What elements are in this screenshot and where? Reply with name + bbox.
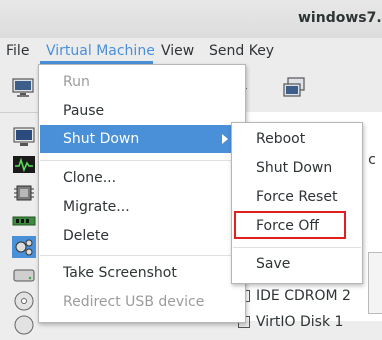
device-row[interactable]: IDE CDROM 2 [238,288,351,304]
cdrom-icon-2[interactable] [12,314,36,336]
chevron-right-icon [222,134,228,144]
disk-icon[interactable] [12,264,36,286]
title-bar: windows7.q [0,0,382,38]
device-row-label: VirtIO Disk 1 [256,314,344,330]
submenu-item-shut-down[interactable]: Shut Down [256,160,332,176]
menu-separator [40,160,244,161]
menu-item-shut-down[interactable]: Shut Down [40,125,244,153]
menu-item-redirect-usb[interactable]: Redirect USB device [63,294,204,310]
menu-separator [233,247,361,248]
memory-icon[interactable] [12,210,36,232]
device-row[interactable]: VirtIO Disk 1 [238,314,343,330]
window-title: windows7.q [298,10,382,26]
boot-options-icon[interactable] [12,236,36,258]
overview-icon[interactable] [12,126,36,148]
submenu-item-force-reset[interactable]: Force Reset [256,189,337,205]
menu-item-clone[interactable]: Clone... [63,170,116,186]
cdrom-icon[interactable] [12,290,36,312]
performance-icon[interactable] [12,154,36,176]
menu-view[interactable]: View [161,43,194,59]
virtual-machine-menu: Run Pause Shut Down Clone... Migrate... … [38,64,246,323]
console-windows-icon[interactable] [282,77,306,103]
menu-item-migrate[interactable]: Migrate... [63,199,130,215]
menu-file[interactable]: File [6,43,29,59]
menu-item-delete[interactable]: Delete [63,228,109,244]
menu-item-pause[interactable]: Pause [63,103,104,119]
menu-separator [40,255,244,256]
scrollbar[interactable] [368,252,382,314]
cpu-icon[interactable] [12,182,36,204]
submenu-item-save[interactable]: Save [256,256,290,272]
menu-item-run[interactable]: Run [63,74,90,90]
submenu-item-reboot[interactable]: Reboot [256,131,305,147]
menu-send-key[interactable]: Send Key [209,43,274,59]
force-off-highlight-box [234,211,346,239]
monitor-icon[interactable] [12,78,34,102]
device-row-label: IDE CDROM 2 [256,288,351,304]
menu-item-shut-down-label: Shut Down [63,131,140,147]
shut-down-submenu: Reboot Shut Down Force Reset Force Off S… [231,122,363,284]
device-list [8,120,40,335]
menu-virtual-machine[interactable]: Virtual Machine [46,43,155,59]
menu-item-take-screenshot[interactable]: Take Screenshot [63,265,177,281]
